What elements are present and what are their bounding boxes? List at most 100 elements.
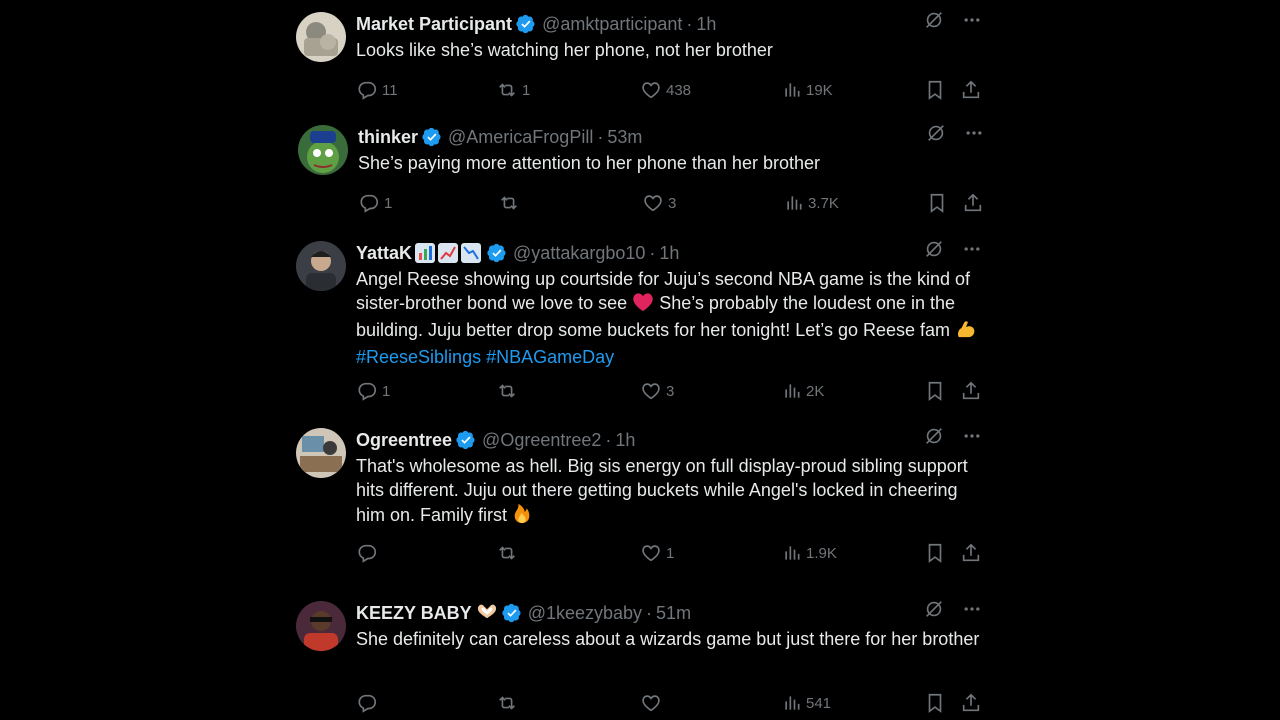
grok-icon[interactable] xyxy=(922,424,946,448)
more-options-icon[interactable] xyxy=(960,424,984,448)
repost-icon xyxy=(496,380,518,402)
view-count: 2K xyxy=(806,382,825,400)
heart-icon xyxy=(640,79,662,101)
like-button[interactable] xyxy=(640,691,666,715)
like-button[interactable]: 438 xyxy=(640,78,691,102)
like-count: 3 xyxy=(668,194,677,212)
user-handle[interactable]: @AmericaFrogPill xyxy=(448,127,593,148)
avatar[interactable] xyxy=(296,241,346,291)
user-handle[interactable]: @amktparticipant xyxy=(542,14,682,35)
reply-text: She’s paying more attention to her phone… xyxy=(358,153,820,173)
like-button[interactable]: 1 xyxy=(640,541,674,565)
timestamp[interactable]: 53m xyxy=(607,127,642,148)
reply-count: 1 xyxy=(384,194,393,212)
heart-icon xyxy=(642,192,664,214)
bookmark-icon xyxy=(924,79,946,101)
chart-down-emoji-icon xyxy=(461,243,482,263)
views-icon xyxy=(782,80,802,100)
separator-dot: · xyxy=(646,602,653,623)
action-bar: 541 xyxy=(356,691,986,715)
heart-icon xyxy=(640,692,662,714)
repost-button[interactable] xyxy=(496,691,522,715)
separator-dot: · xyxy=(649,242,656,263)
bookmark-icon xyxy=(924,542,946,564)
repost-button[interactable] xyxy=(496,379,522,403)
avatar[interactable] xyxy=(296,428,346,478)
hashtag-links[interactable]: #ReeseSiblings #NBAGameDay xyxy=(356,347,614,367)
timestamp[interactable]: 1h xyxy=(659,243,679,264)
share-button[interactable] xyxy=(960,78,982,102)
views-button[interactable]: 19K xyxy=(782,78,833,102)
display-name[interactable]: Ogreentree xyxy=(356,430,452,451)
timestamp[interactable]: 1h xyxy=(615,430,635,451)
bookmark-button[interactable] xyxy=(926,191,948,215)
reply-count: 1 xyxy=(382,382,391,400)
display-name[interactable]: Market Participant xyxy=(356,14,512,35)
share-button[interactable] xyxy=(960,541,982,565)
more-options-icon[interactable] xyxy=(960,237,984,261)
bookmark-button[interactable] xyxy=(924,541,946,565)
views-button[interactable]: 3.7K xyxy=(784,191,839,215)
repost-button[interactable] xyxy=(498,191,524,215)
bookmark-icon xyxy=(924,380,946,402)
reply-text: She definitely can careless about a wiza… xyxy=(356,629,980,649)
verified-badge-icon xyxy=(487,243,507,263)
reply-header: thinker @AmericaFrogPill · 53m xyxy=(358,125,642,149)
share-icon xyxy=(960,692,982,714)
bookmark-button[interactable] xyxy=(924,78,946,102)
share-icon xyxy=(962,192,984,214)
view-count: 3.7K xyxy=(808,194,839,212)
grok-icon[interactable] xyxy=(924,121,948,145)
views-button[interactable]: 541 xyxy=(782,691,831,715)
views-icon xyxy=(782,381,802,401)
reply-header: KEEZY BABY @1keezybaby · 51m xyxy=(356,601,691,625)
grok-icon[interactable] xyxy=(922,237,946,261)
reply-button[interactable]: 1 xyxy=(358,191,392,215)
bookmark-button[interactable] xyxy=(924,379,946,403)
share-icon xyxy=(960,79,982,101)
avatar[interactable] xyxy=(298,125,348,175)
grok-icon[interactable] xyxy=(922,597,946,621)
display-name[interactable]: YattaK xyxy=(356,243,412,264)
repost-icon xyxy=(496,692,518,714)
like-button[interactable]: 3 xyxy=(642,191,676,215)
heart-hands-emoji-icon xyxy=(476,602,498,625)
like-count: 1 xyxy=(666,544,675,562)
display-name[interactable]: thinker xyxy=(358,127,418,148)
bookmark-icon xyxy=(924,692,946,714)
grok-icon[interactable] xyxy=(922,8,946,32)
user-handle[interactable]: @Ogreentree2 xyxy=(482,430,601,451)
timestamp[interactable]: 51m xyxy=(656,603,691,624)
like-count: 438 xyxy=(666,81,692,99)
reply-button[interactable] xyxy=(356,541,382,565)
more-options-icon[interactable] xyxy=(960,8,984,32)
share-button[interactable] xyxy=(960,691,982,715)
repost-icon xyxy=(496,79,518,101)
share-button[interactable] xyxy=(962,191,984,215)
views-icon xyxy=(782,693,802,713)
views-button[interactable]: 2K xyxy=(782,379,824,403)
views-button[interactable]: 1.9K xyxy=(782,541,837,565)
repost-count: 1 xyxy=(522,81,531,99)
share-button[interactable] xyxy=(960,379,982,403)
reply-icon xyxy=(356,79,378,101)
avatar[interactable] xyxy=(296,601,346,651)
reply-button[interactable]: 11 xyxy=(356,78,398,102)
reply-header: Ogreentree @Ogreentree2 · 1h xyxy=(356,428,635,452)
repost-button[interactable]: 1 xyxy=(496,78,530,102)
user-handle[interactable]: @1keezybaby xyxy=(528,603,642,624)
timestamp[interactable]: 1h xyxy=(696,14,716,35)
avatar[interactable] xyxy=(296,12,346,62)
repost-button[interactable] xyxy=(496,541,522,565)
separator-dot: · xyxy=(605,429,612,450)
reply-button[interactable] xyxy=(356,691,382,715)
reply-header: Market Participant @amktparticipant · 1h xyxy=(356,12,716,36)
more-options-icon[interactable] xyxy=(962,121,986,145)
like-button[interactable]: 3 xyxy=(640,379,674,403)
reply-button[interactable]: 1 xyxy=(356,379,390,403)
display-name[interactable]: KEEZY BABY xyxy=(356,603,472,624)
more-options-icon[interactable] xyxy=(960,597,984,621)
like-count: 3 xyxy=(666,382,675,400)
bookmark-button[interactable] xyxy=(924,691,946,715)
user-handle[interactable]: @yattakargbo10 xyxy=(513,243,645,264)
